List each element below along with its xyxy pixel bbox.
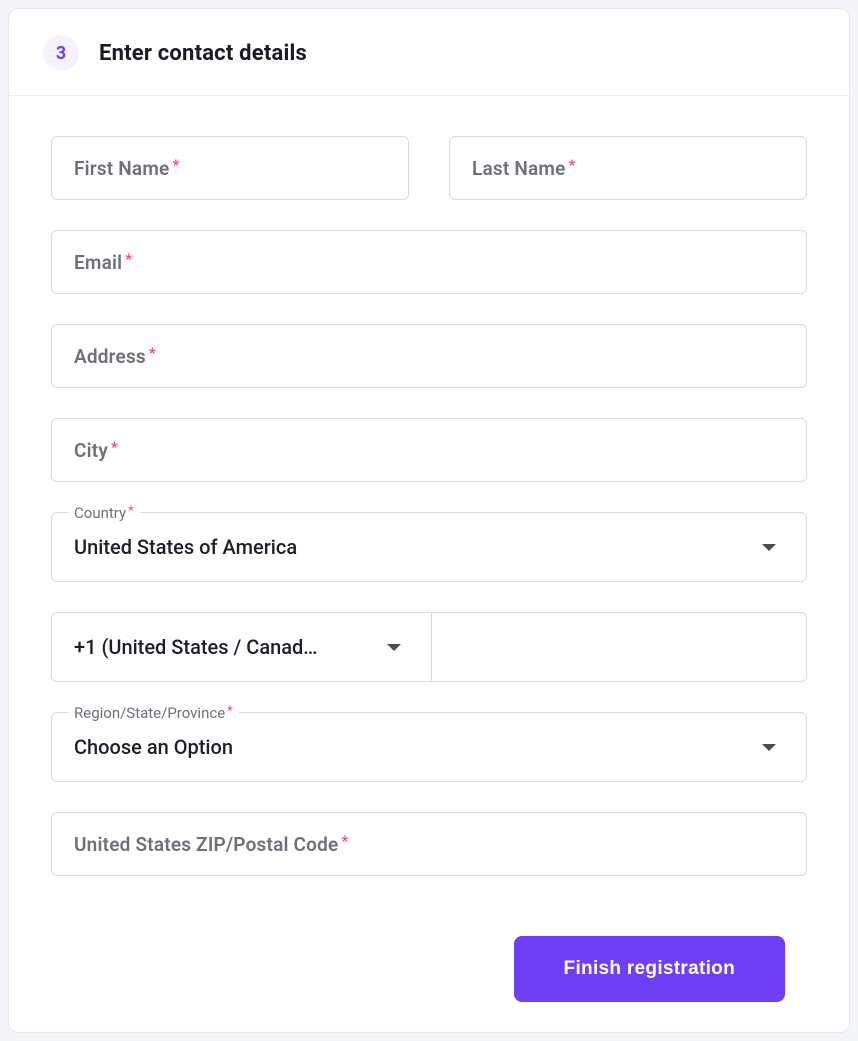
phone-number-input[interactable] (432, 613, 806, 681)
step-number: 3 (56, 43, 66, 64)
zip-input[interactable]: United States ZIP/Postal Code* (51, 812, 807, 876)
city-label: City (74, 439, 108, 462)
phone-prefix-select[interactable]: +1 (United States / Canad… (52, 613, 432, 681)
required-asterisk: * (341, 832, 348, 850)
address-label: Address (74, 345, 146, 368)
step-number-badge: 3 (43, 35, 79, 71)
region-value: Choose an Option (74, 735, 233, 759)
region-select[interactable]: Region/State/Province* Choose an Option (51, 712, 807, 782)
address-input[interactable]: Address* (51, 324, 807, 388)
finish-registration-button[interactable]: Finish registration (514, 936, 785, 1002)
chevron-down-icon (762, 544, 776, 551)
required-asterisk: * (569, 156, 576, 174)
phone-prefix-value: +1 (United States / Canad… (74, 635, 317, 659)
city-input[interactable]: City* (51, 418, 807, 482)
email-label: Email (74, 251, 122, 274)
required-asterisk: * (227, 704, 233, 719)
country-select[interactable]: Country* United States of America (51, 512, 807, 582)
country-label: Country (74, 504, 126, 522)
first-name-label: First Name (74, 157, 169, 180)
form-body: First Name* Last Name* Email* (9, 96, 849, 1032)
required-asterisk: * (172, 156, 179, 174)
last-name-label: Last Name (472, 157, 566, 180)
step-title: Enter contact details (99, 41, 307, 66)
step-header: 3 Enter contact details (9, 9, 849, 96)
zip-label: United States ZIP/Postal Code (74, 833, 338, 856)
chevron-down-icon (762, 744, 776, 751)
region-label: Region/State/Province (74, 704, 225, 722)
chevron-down-icon (387, 644, 401, 651)
required-asterisk: * (149, 344, 156, 362)
last-name-input[interactable]: Last Name* (449, 136, 807, 200)
required-asterisk: * (128, 504, 134, 519)
phone-field: +1 (United States / Canad… (51, 612, 807, 682)
first-name-input[interactable]: First Name* (51, 136, 409, 200)
required-asterisk: * (125, 250, 132, 268)
required-asterisk: * (111, 438, 118, 456)
form-footer: Finish registration (51, 906, 807, 1022)
registration-card: 3 Enter contact details First Name* Last… (8, 8, 850, 1033)
email-input[interactable]: Email* (51, 230, 807, 294)
country-value: United States of America (74, 535, 297, 559)
